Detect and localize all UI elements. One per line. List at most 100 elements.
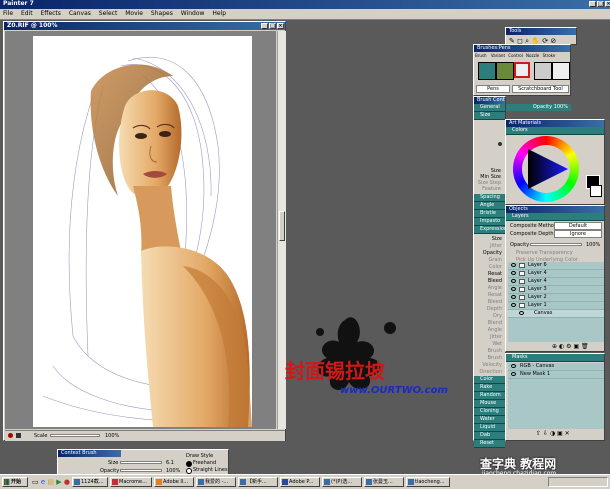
angle-section[interactable]: Angle [474, 202, 505, 210]
eye-icon[interactable] [519, 311, 524, 315]
layer-row[interactable]: Layer 3 [508, 286, 604, 294]
layer-delete-icon[interactable]: 🗑 [581, 343, 589, 350]
media-icon[interactable]: ▶ [56, 478, 61, 486]
desktop-icon[interactable]: ▭ [32, 478, 39, 486]
color-triangle[interactable] [522, 145, 570, 193]
impasto-section[interactable]: Impasto [474, 218, 505, 226]
color-section[interactable]: Color [474, 376, 505, 384]
mask-save-icon[interactable]: ⇩ [543, 430, 548, 437]
mask-load-icon[interactable]: ⇧ [536, 430, 541, 437]
start-button[interactable]: 开始 [2, 477, 28, 487]
record-icon[interactable] [8, 433, 13, 438]
menu-select[interactable]: Select [96, 9, 121, 19]
canvas[interactable] [33, 36, 252, 427]
brush-icon-1[interactable] [478, 62, 496, 80]
preserve-transparency-checkbox[interactable]: Preserve Transparency [508, 250, 604, 257]
general-section[interactable]: General [474, 104, 505, 112]
eye-icon[interactable] [511, 287, 516, 291]
taskbar-item[interactable]: 我爱的 -... [196, 477, 236, 487]
layer-row[interactable]: Layer 6 [508, 262, 604, 270]
menu-window[interactable]: Window [178, 9, 208, 19]
canvas-layer-row[interactable]: Canvas [508, 310, 604, 318]
taskbar-item[interactable]: Macrome... [110, 477, 152, 487]
mouse-section[interactable]: Mouse [474, 400, 505, 408]
spacing-section[interactable]: Spacing [474, 194, 505, 202]
layer-row[interactable]: Layer 1 [508, 302, 604, 310]
app-icon[interactable]: ● [64, 478, 70, 486]
ctx-opacity-slider[interactable] [120, 469, 162, 472]
brush-icon-4[interactable] [534, 62, 552, 80]
layer-row[interactable]: Layer 2 [508, 294, 604, 302]
brushes-tab-nozzle[interactable]: Nozzle [526, 53, 539, 58]
composite-depth-select[interactable]: Ignore [554, 230, 602, 238]
taskbar-item[interactable]: tiaocheng... [406, 477, 450, 487]
taskbar-item[interactable]: Adobe Il... [154, 477, 194, 487]
mask-new-icon[interactable]: ▣ [557, 430, 563, 437]
mask-invert-icon[interactable]: ◑ [550, 430, 555, 437]
zoom-slider[interactable] [50, 434, 100, 437]
cloning-section[interactable]: Cloning [474, 408, 505, 416]
layer-options-icon[interactable]: ⊕ [552, 343, 557, 350]
menu-edit[interactable]: Edit [18, 9, 36, 19]
colors-section[interactable]: Colors [506, 127, 604, 135]
eye-icon[interactable] [511, 271, 516, 275]
minimize-button[interactable]: _ [589, 1, 596, 7]
reset-section[interactable]: Reset [474, 440, 505, 448]
menu-file[interactable]: File [0, 9, 16, 19]
layer-dynamic-icon[interactable]: ⚙ [566, 343, 571, 350]
secondary-color-swatch[interactable] [590, 185, 602, 197]
brushes-tab-stroke[interactable]: Stroke [543, 53, 556, 58]
brush-icon-3[interactable] [514, 62, 530, 78]
layer-new-icon[interactable]: ▣ [573, 343, 579, 350]
expression-section[interactable]: Expression [474, 226, 505, 234]
brush-icon-5[interactable] [552, 62, 570, 80]
layer-mask-icon[interactable]: ◐ [559, 343, 564, 350]
taskbar-item[interactable]: Adobe P... [280, 477, 320, 487]
dab-section[interactable]: Dab [474, 432, 505, 440]
size-section[interactable]: Size [474, 112, 505, 120]
mask-row[interactable]: New Mask 1 [508, 371, 604, 379]
eye-icon[interactable] [511, 372, 516, 376]
eye-icon[interactable] [511, 364, 516, 368]
layer-row[interactable]: Layer 4 [508, 278, 604, 286]
eye-icon[interactable] [511, 263, 516, 267]
brushes-tab-brush[interactable]: Brush [475, 53, 487, 58]
browser-icon[interactable]: e [41, 478, 45, 486]
brush-icon-2[interactable] [496, 62, 514, 80]
freehand-radio[interactable] [186, 461, 192, 467]
menu-effects[interactable]: Effects [38, 9, 64, 19]
menu-help[interactable]: Help [209, 9, 229, 19]
brush-variant-select[interactable]: Scratchboard Tool [511, 85, 569, 93]
close-button[interactable]: × [605, 1, 610, 7]
masks-title[interactable]: Masks [506, 354, 604, 362]
layers-section[interactable]: Layers [506, 213, 604, 221]
eye-icon[interactable] [511, 279, 516, 283]
brushes-tab-control[interactable]: Control [508, 53, 522, 58]
random-section[interactable]: Random [474, 392, 505, 400]
eye-icon[interactable] [511, 295, 516, 299]
rake-section[interactable]: Rake [474, 384, 505, 392]
maximize-button[interactable]: □ [597, 1, 604, 7]
taskbar-item[interactable]: (*)P)选... [322, 477, 362, 487]
mask-delete-icon[interactable]: ✕ [565, 430, 570, 437]
layer-opacity-slider[interactable] [530, 243, 582, 246]
taskbar-item[interactable]: 1124截... [72, 477, 108, 487]
eye-icon[interactable] [511, 303, 516, 307]
bristle-section[interactable]: Bristle [474, 210, 505, 218]
taskbar-item[interactable]: 张曼玉... [364, 477, 404, 487]
taskbar-item[interactable]: 【新手... [238, 477, 278, 487]
layer-row[interactable]: Layer 4 [508, 270, 604, 278]
water-section[interactable]: Water [474, 416, 505, 424]
ctx-size-slider[interactable] [120, 461, 162, 464]
doc-close-button[interactable]: × [277, 23, 284, 29]
brushes-tab-variant[interactable]: Variant [491, 53, 505, 58]
menu-canvas[interactable]: Canvas [66, 9, 94, 19]
menu-shapes[interactable]: Shapes [148, 9, 176, 19]
folder-icon[interactable]: ▤ [47, 478, 54, 486]
vertical-scroll-thumb[interactable] [279, 211, 285, 241]
stop-icon[interactable] [16, 433, 21, 438]
menu-movie[interactable]: Movie [122, 9, 146, 19]
doc-minimize-button[interactable]: _ [261, 23, 268, 29]
brush-category-select[interactable]: Pens [476, 85, 510, 93]
liquid-section[interactable]: Liquid [474, 424, 505, 432]
